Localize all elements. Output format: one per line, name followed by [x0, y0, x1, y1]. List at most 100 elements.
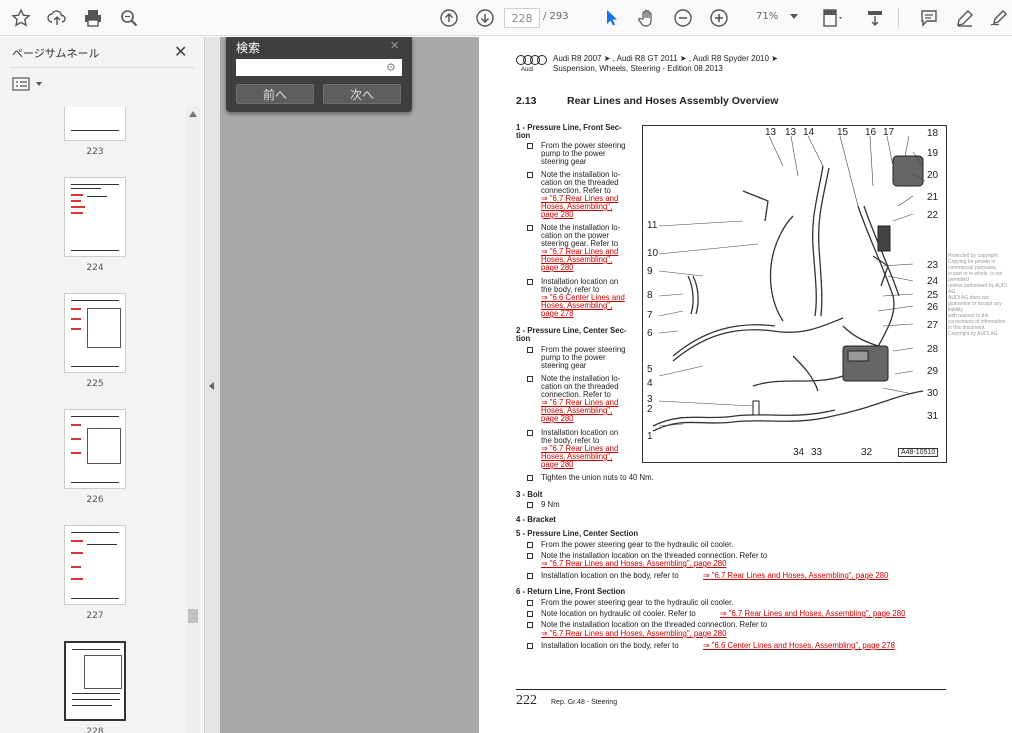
thumbnail-options-button[interactable] — [12, 77, 42, 91]
reference-link[interactable]: ⇒ "6.7 Rear Lines and Hoses, Assembling"… — [720, 609, 905, 619]
diagram-callout: 13 — [765, 127, 777, 138]
fit-page-icon[interactable] — [818, 4, 848, 32]
checkbox — [527, 502, 533, 508]
page-down-icon[interactable] — [472, 4, 498, 32]
reference-link[interactable]: page 280 — [541, 414, 574, 424]
page-up-icon[interactable] — [436, 4, 462, 32]
section-title: Rear Lines and Hoses Assembly Overview — [567, 95, 779, 107]
thumbnail-label: 226 — [86, 495, 104, 505]
select-cursor-icon[interactable] — [598, 4, 624, 32]
copyright-note: Protected by copyright. Copying for priv… — [948, 253, 1007, 337]
checkbox — [527, 622, 533, 628]
diagram-callout: 8 — [647, 290, 653, 301]
print-icon[interactable] — [80, 4, 106, 32]
checkbox — [527, 611, 533, 617]
upload-icon[interactable] — [44, 4, 70, 32]
diagram-id: A48-10510 — [898, 448, 939, 457]
reference-link[interactable]: ⇒ "6.7 Rear Lines and Hoses, Assembling"… — [541, 629, 726, 639]
page-thumbnail[interactable] — [64, 525, 126, 605]
doc-header-models: Audi R8 2007 ➤ , Audi R8 GT 2011 ➤ , Aud… — [553, 54, 778, 63]
gear-icon[interactable]: ⚙ — [386, 61, 396, 74]
zoom-out-icon[interactable] — [670, 4, 696, 32]
page-thumbnail-selected[interactable] — [64, 641, 126, 721]
thumbnail-label: 225 — [86, 379, 104, 389]
reference-link[interactable]: page 278 — [541, 309, 574, 319]
diagram-callout: 15 — [837, 127, 849, 138]
checkbox — [527, 225, 533, 231]
find-next-button[interactable]: 次へ — [323, 84, 401, 104]
item-title: tion — [516, 334, 531, 343]
zoom-select[interactable]: 71% — [744, 8, 804, 28]
find-title: 検索 — [236, 41, 261, 55]
comment-icon[interactable] — [916, 4, 942, 32]
item-text: Installation location on the body, refer… — [541, 641, 679, 650]
item-title: 6 - Return Line, Front Section — [516, 587, 626, 596]
diagram-callout: 10 — [647, 248, 659, 259]
document-viewer: 検索 ✕ ⚙ 前へ 次へ Audi Audi R8 2007 ➤ , Audi … — [220, 37, 1012, 733]
page-thumbnail[interactable] — [64, 177, 126, 257]
reference-link[interactable]: page 280 — [541, 460, 574, 470]
diagram-callout: 16 — [865, 127, 877, 138]
divider — [10, 67, 194, 68]
diagram-callout: 29 — [927, 366, 939, 377]
checkbox — [527, 279, 533, 285]
highlight-icon[interactable] — [952, 4, 978, 32]
reference-link[interactable]: ⇒ "6.7 Rear Lines and Hoses, Assembling"… — [541, 559, 726, 569]
scroll-mode-icon[interactable] — [862, 4, 888, 32]
checkbox — [527, 475, 533, 481]
diagram-callout: 13 — [785, 127, 797, 138]
hand-icon[interactable] — [634, 4, 660, 32]
search-zoom-icon[interactable] — [116, 4, 142, 32]
diagram-callout: 18 — [927, 128, 939, 139]
reference-link[interactable]: ⇒ "6.7 Rear Lines and Hoses, Assembling"… — [703, 571, 888, 581]
diagram-callout: 19 — [927, 148, 939, 159]
zoom-value: 71% — [756, 11, 779, 22]
sign-icon[interactable] — [986, 4, 1012, 32]
find-input[interactable] — [236, 59, 402, 76]
reference-link[interactable]: ⇒ "6.6 Center Lines and Hoses, Assemblin… — [703, 641, 895, 651]
section-number: 2.13 — [516, 95, 537, 107]
thumbnail-list: 223 224 225 226 227 228 — [0, 107, 186, 733]
close-icon[interactable]: ✕ — [174, 42, 187, 61]
item-text: Note location on hydraulic oil cooler. R… — [541, 609, 696, 618]
diagram-callout: 5 — [647, 364, 653, 375]
zoom-in-icon[interactable] — [706, 4, 732, 32]
thumbnail-label: 223 — [86, 147, 104, 157]
item-text: From the power steering gear to the hydr… — [541, 540, 734, 549]
chevron-down-icon — [36, 82, 42, 86]
thumbnail-scrollbar[interactable] — [186, 107, 200, 733]
scroll-up-icon[interactable] — [189, 111, 197, 117]
close-icon[interactable]: ✕ — [390, 39, 399, 52]
reference-link[interactable]: page 280 — [541, 263, 574, 273]
item-title: 2 - Pressure Line, Center Sec- — [516, 326, 627, 335]
list-icon — [12, 77, 30, 91]
diagram-callout: 9 — [647, 266, 653, 277]
checkbox — [527, 553, 533, 559]
footer-text: Rep. Gr.48 - Steering — [551, 699, 618, 706]
diagram-callout: 1 — [647, 431, 653, 442]
item-title: 5 - Pressure Line, Center Section — [516, 529, 639, 538]
diagram-callout: 34 — [793, 447, 805, 458]
checkbox — [527, 573, 533, 579]
diagram-callout: 27 — [927, 320, 939, 331]
checkbox — [527, 172, 533, 178]
reference-link[interactable]: page 280 — [541, 210, 574, 220]
item-text: Installation location on the body, refer… — [541, 571, 679, 580]
page-thumbnail[interactable] — [64, 409, 126, 489]
diagram-callout: 11 — [647, 220, 658, 231]
scrollbar-thumb[interactable] — [188, 609, 198, 623]
checkbox — [527, 347, 533, 353]
find-prev-button[interactable]: 前へ — [236, 84, 314, 104]
page-number-input[interactable] — [504, 8, 540, 28]
star-icon[interactable] — [8, 4, 34, 32]
item-text: Tighten the union nuts to 40 Nm. — [541, 473, 654, 482]
checkbox — [527, 430, 533, 436]
checkbox — [527, 600, 533, 606]
page-thumbnail[interactable] — [64, 107, 126, 141]
item-text: steering gear — [541, 361, 587, 370]
sidebar-title: ページサムネール — [12, 47, 100, 60]
footer-rule — [516, 689, 946, 690]
sidebar-collapse-handle[interactable] — [205, 37, 220, 733]
page-thumbnail[interactable] — [64, 293, 126, 373]
checkbox — [527, 143, 533, 149]
